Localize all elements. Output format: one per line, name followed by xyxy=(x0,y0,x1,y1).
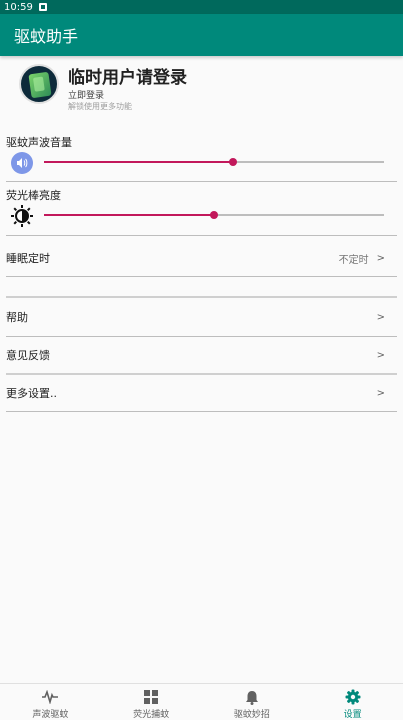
notification-icon xyxy=(38,3,47,11)
bell-icon xyxy=(243,689,261,705)
gear-icon xyxy=(344,689,362,705)
waveform-icon xyxy=(41,689,59,705)
profile-title: 临时用户请登录 xyxy=(68,68,187,88)
app-title: 驱蚊助手 xyxy=(14,27,79,46)
status-time: 10:59 xyxy=(4,1,33,13)
divider xyxy=(6,411,397,412)
bottom-navigation: 声波驱蚊 荧光捕蚊 驱蚊妙招 设置 xyxy=(0,683,403,720)
nav-label-light: 荧光捕蚊 xyxy=(133,710,170,720)
chevron-right-icon: > xyxy=(376,349,385,361)
divider xyxy=(6,276,397,277)
brightness-slider-fill xyxy=(44,214,214,216)
sleep-timer-value: 不定时 xyxy=(338,254,369,266)
status-bar: 10:59 xyxy=(0,0,403,14)
brightness-icon[interactable] xyxy=(10,204,34,228)
volume-slider[interactable] xyxy=(44,157,384,167)
grid-icon xyxy=(142,689,160,705)
speaker-icon[interactable] xyxy=(11,152,33,174)
more-settings-row[interactable]: 更多设置.. > xyxy=(0,375,403,411)
nav-label-sonic: 声波驱蚊 xyxy=(32,710,69,720)
volume-label: 驱蚊声波音量 xyxy=(6,136,72,149)
sleep-timer-row[interactable]: 睡眠定时 不定时 > xyxy=(0,240,403,276)
brightness-slider-thumb[interactable] xyxy=(210,211,218,219)
login-link[interactable]: 立即登录 xyxy=(68,88,104,101)
nav-item-light[interactable]: 荧光捕蚊 xyxy=(101,684,202,720)
nav-item-tips[interactable]: 驱蚊妙招 xyxy=(202,684,303,720)
volume-slider-fill xyxy=(44,161,233,163)
help-label: 帮助 xyxy=(6,311,28,324)
nav-label-settings: 设置 xyxy=(343,710,362,720)
app-bar: 驱蚊助手 xyxy=(0,14,403,56)
profile-hint: 解锁使用更多功能 xyxy=(68,102,132,111)
help-row[interactable]: 帮助 > xyxy=(0,299,403,335)
app-avatar-icon[interactable] xyxy=(19,64,59,104)
chevron-right-icon: > xyxy=(376,387,385,399)
brightness-slider[interactable] xyxy=(44,210,384,220)
profile-card[interactable]: 临时用户请登录 立即登录 解锁使用更多功能 xyxy=(0,60,403,118)
feedback-label: 意见反馈 xyxy=(6,349,50,362)
more-settings-label: 更多设置.. xyxy=(6,387,57,400)
divider xyxy=(6,296,397,298)
feedback-row[interactable]: 意见反馈 > xyxy=(0,337,403,373)
nav-item-settings[interactable]: 设置 xyxy=(302,684,403,720)
volume-slider-thumb[interactable] xyxy=(228,158,237,166)
chevron-right-icon: > xyxy=(376,252,385,264)
chevron-right-icon: > xyxy=(376,311,385,323)
divider xyxy=(6,181,397,182)
sleep-timer-label: 睡眠定时 xyxy=(6,252,50,265)
divider xyxy=(6,235,397,236)
nav-label-tips: 驱蚊妙招 xyxy=(233,710,270,720)
brightness-label: 荧光棒亮度 xyxy=(6,189,61,202)
nav-item-sonic[interactable]: 声波驱蚊 xyxy=(0,684,101,720)
